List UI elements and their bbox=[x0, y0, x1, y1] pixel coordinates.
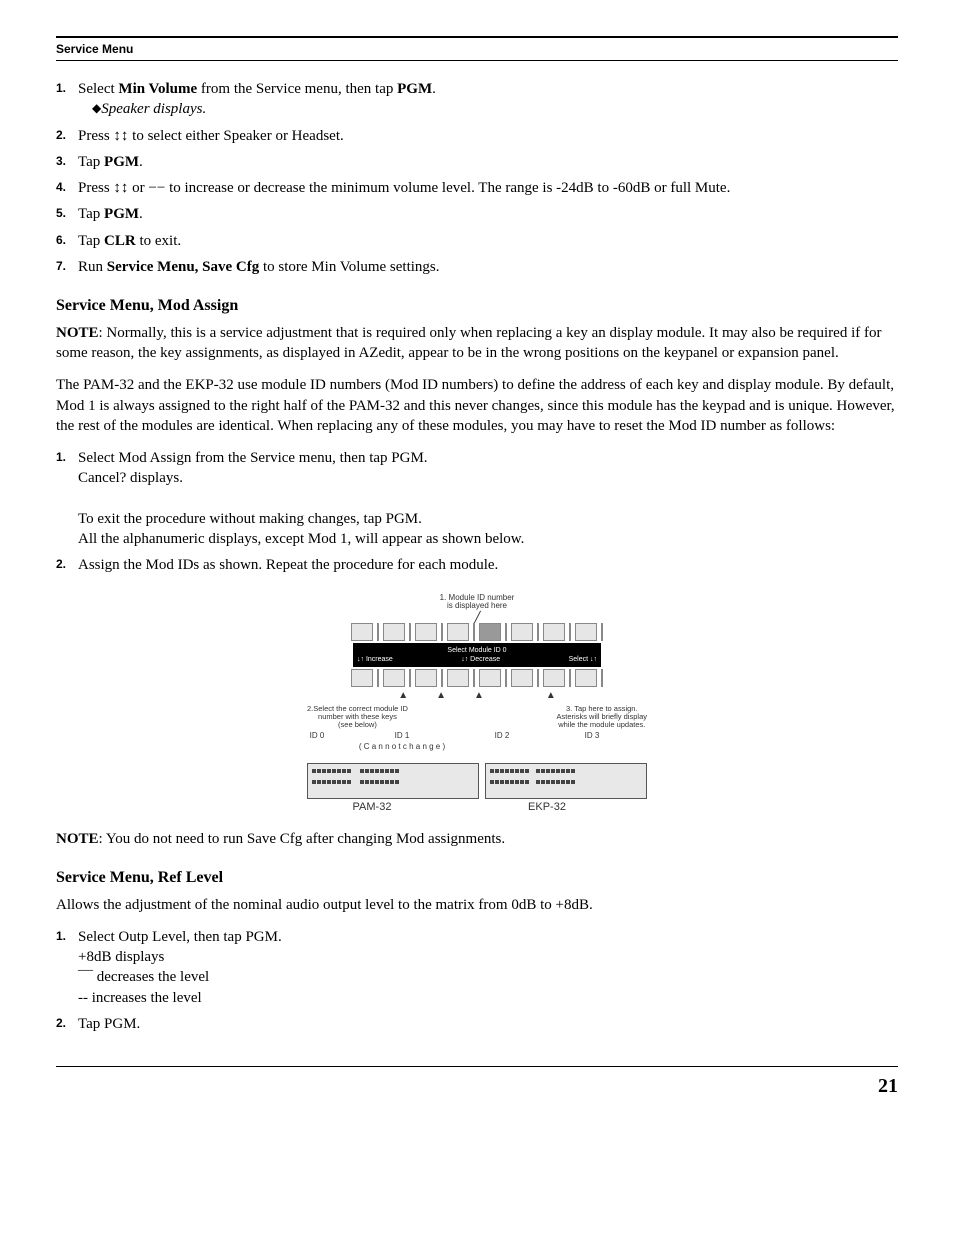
step-number: 5. bbox=[56, 205, 66, 221]
figure-info-bar: Select Module ID 0 ↓↑ Increase ↓↑ Decrea… bbox=[353, 643, 601, 667]
lcd-cell bbox=[383, 669, 405, 687]
lcd-cell bbox=[543, 623, 565, 641]
note-paragraph: NOTE: Normally, this is a service adjust… bbox=[56, 323, 898, 364]
step-item: 1. Select Min Volume from the Service me… bbox=[56, 79, 898, 120]
step-item: 3. Tap PGM. bbox=[56, 152, 898, 172]
lcd-cell bbox=[351, 623, 373, 641]
step-item: 5. Tap PGM. bbox=[56, 204, 898, 224]
step-number: 1. bbox=[56, 80, 66, 96]
step-item: 2. Press ↕↕ to select either Speaker or … bbox=[56, 126, 898, 146]
lcd-cell bbox=[575, 623, 597, 641]
figure-annotation-1: 1. Module ID number is displayed here bbox=[277, 594, 677, 612]
lcd-row-bottom bbox=[277, 669, 677, 687]
lcd-cell bbox=[511, 669, 533, 687]
step-item: 2. Assign the Mod IDs as shown. Repeat t… bbox=[56, 555, 898, 575]
lcd-cell bbox=[415, 623, 437, 641]
step-item: 2. Tap PGM. bbox=[56, 1014, 898, 1034]
step-number: 6. bbox=[56, 232, 66, 248]
ekp-32-label: EKP-32 bbox=[467, 800, 627, 815]
step-item: 7. Run Service Menu, Save Cfg to store M… bbox=[56, 257, 898, 277]
section-heading-ref-level: Service Menu, Ref Level bbox=[56, 867, 898, 889]
note-paragraph: NOTE: You do not need to run Save Cfg af… bbox=[56, 829, 898, 849]
figure-annotation-2: 2.Select the correct module ID number wi… bbox=[307, 705, 408, 730]
arrow-row: ▲ ▲ ▲ ▲ bbox=[277, 689, 677, 703]
figure-annotation-3: 3. Tap here to assign. Asterisks will br… bbox=[557, 705, 647, 730]
lcd-cell bbox=[511, 623, 533, 641]
step-number: 1. bbox=[56, 928, 66, 944]
steps-list-1: 1. Select Min Volume from the Service me… bbox=[56, 79, 898, 277]
step-item: 1. Select Mod Assign from the Service me… bbox=[56, 448, 898, 549]
ekp-32-panel-icon bbox=[485, 763, 647, 799]
lcd-cell bbox=[479, 669, 501, 687]
diamond-icon: ◆ bbox=[92, 101, 101, 115]
lcd-row-top bbox=[277, 623, 677, 641]
body-paragraph: The PAM-32 and the EKP-32 use module ID … bbox=[56, 375, 898, 436]
page-footer: 21 bbox=[56, 1066, 898, 1100]
page-header: Service Menu bbox=[56, 36, 898, 61]
step-number: 1. bbox=[56, 449, 66, 465]
lcd-cell bbox=[447, 623, 469, 641]
step-item: 6. Tap CLR to exit. bbox=[56, 231, 898, 251]
up-arrow-icon: ▲ bbox=[398, 689, 408, 703]
step-number: 2. bbox=[56, 127, 66, 143]
lcd-cell bbox=[575, 669, 597, 687]
step-item: 4. Press ↕↕ or −− to increase or decreas… bbox=[56, 178, 898, 198]
step-number: 2. bbox=[56, 1015, 66, 1031]
mod-assign-figure: 1. Module ID number is displayed here ╱ … bbox=[277, 594, 677, 815]
page-number: 21 bbox=[878, 1075, 898, 1097]
header-title: Service Menu bbox=[56, 42, 133, 56]
step-number: 2. bbox=[56, 556, 66, 572]
step-number: 4. bbox=[56, 179, 66, 195]
step-number: 3. bbox=[56, 153, 66, 169]
up-arrow-icon: ▲ bbox=[436, 689, 446, 703]
up-arrow-icon: ▲ bbox=[546, 689, 556, 703]
lcd-cell bbox=[383, 623, 405, 641]
section-heading-mod-assign: Service Menu, Mod Assign bbox=[56, 295, 898, 317]
lcd-cell bbox=[415, 669, 437, 687]
steps-list-2: 1. Select Mod Assign from the Service me… bbox=[56, 448, 898, 576]
lcd-cell bbox=[351, 669, 373, 687]
pam-32-panel-icon bbox=[307, 763, 479, 799]
lcd-cell bbox=[479, 623, 501, 641]
step-number: 7. bbox=[56, 258, 66, 274]
lcd-cell bbox=[543, 669, 565, 687]
pointer-line-icon: ╱ bbox=[277, 615, 677, 621]
body-paragraph: Allows the adjustment of the nominal aud… bbox=[56, 895, 898, 915]
lcd-cell bbox=[447, 669, 469, 687]
steps-list-3: 1. Select Outp Level, then tap PGM. +8dB… bbox=[56, 927, 898, 1034]
up-arrow-icon: ▲ bbox=[474, 689, 484, 703]
step-item: 1. Select Outp Level, then tap PGM. +8dB… bbox=[56, 927, 898, 1008]
pam-32-label: PAM-32 bbox=[277, 800, 467, 815]
